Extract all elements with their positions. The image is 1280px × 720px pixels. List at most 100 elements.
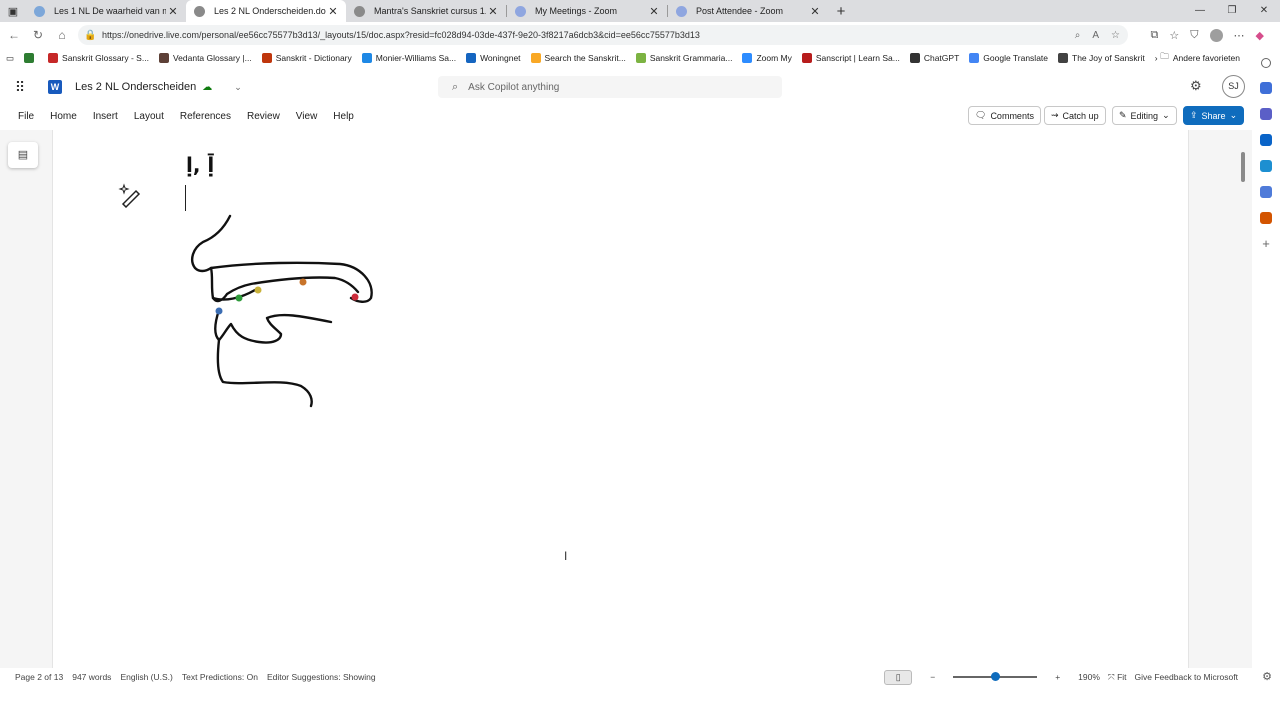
- word-count[interactable]: 947 words: [72, 672, 111, 682]
- bookmark-item[interactable]: Google Translate: [969, 53, 1048, 63]
- bookmark-favicon-icon: [48, 53, 59, 63]
- tab-insert[interactable]: Insert: [93, 111, 118, 122]
- browser-tab[interactable]: Les 1 NL De waarheid van mijzelf✕: [26, 0, 186, 22]
- document-title[interactable]: Les 2 NL Onderscheiden: [75, 81, 196, 93]
- print-layout-icon[interactable]: ▯: [884, 669, 913, 685]
- bookmark-item[interactable]: Woningnet: [466, 53, 521, 63]
- tools-sidebar-icon[interactable]: [1260, 212, 1272, 224]
- tab-home[interactable]: Home: [50, 111, 77, 122]
- browser-tab[interactable]: Mantra's Sanskriet cursus 1.docx✕: [346, 0, 506, 22]
- bookmark-item[interactable]: Search the Sanskrit...: [530, 53, 626, 63]
- navigation-pane-icon[interactable]: ▤: [8, 142, 38, 168]
- app-launcher-icon[interactable]: ⠿: [0, 79, 40, 96]
- settings-icon[interactable]: ⚙: [1262, 668, 1272, 686]
- comments-button[interactable]: 🗨 Comments: [968, 106, 1041, 125]
- favorites-icon[interactable]: ☆: [1169, 29, 1179, 42]
- bookmarks-overflow-icon[interactable]: ›: [1155, 53, 1158, 63]
- bookmark-item[interactable]: The Joy of Sanskrit: [1058, 53, 1145, 63]
- tab-help[interactable]: Help: [333, 111, 354, 122]
- browser-tab[interactable]: My Meetings - Zoom ✕: [507, 0, 667, 22]
- tab-references[interactable]: References: [180, 111, 231, 122]
- tab-file[interactable]: File: [18, 111, 34, 122]
- favorite-star-icon[interactable]: ☆: [1111, 30, 1120, 41]
- people-sidebar-icon[interactable]: [1260, 108, 1272, 120]
- browser-tab[interactable]: Post Attendee - Zoom ✕: [668, 0, 828, 22]
- bookmark-favicon-icon: [801, 53, 812, 63]
- restore-icon[interactable]: ❐: [1216, 0, 1248, 22]
- browser-essentials-icon[interactable]: ⛉: [1190, 29, 1198, 42]
- text-predictions[interactable]: Text Predictions: On: [182, 672, 258, 682]
- tab-review[interactable]: Review: [247, 111, 280, 122]
- share-icon: ⇪: [1190, 110, 1198, 120]
- bookmark-favicon-icon: [1058, 53, 1069, 63]
- page-count[interactable]: Page 2 of 13: [15, 672, 63, 682]
- bookmark-apps-icon[interactable]: ▭: [6, 53, 14, 64]
- pencil-icon: ✎: [1119, 110, 1127, 120]
- close-tab-icon[interactable]: ✕: [486, 5, 500, 18]
- bookmark-item[interactable]: Sanskrit Grammaria...: [635, 53, 732, 63]
- extensions-icon[interactable]: ⧉: [1151, 29, 1159, 42]
- zoom-slider[interactable]: [953, 672, 1038, 681]
- status-bar: Page 2 of 13 947 words English (U.S.) Te…: [0, 668, 1280, 686]
- back-icon[interactable]: ←: [2, 28, 26, 42]
- more-menu-icon[interactable]: ⋯: [1234, 29, 1245, 42]
- language[interactable]: English (U.S.): [120, 672, 172, 682]
- fit-button[interactable]: ⤧ Fit: [1108, 672, 1127, 683]
- avatar[interactable]: SJ: [1222, 75, 1245, 98]
- tab-view[interactable]: View: [296, 111, 318, 122]
- new-tab-button[interactable]: +: [828, 3, 854, 20]
- zoom-out-icon[interactable]: −: [930, 672, 935, 682]
- copilot-icon[interactable]: ◆: [1256, 29, 1264, 42]
- shopping-sidebar-icon[interactable]: [1260, 186, 1272, 198]
- zoom-slider-knob[interactable]: [990, 672, 1000, 681]
- copilot-placeholder: Ask Copilot anything: [468, 81, 560, 93]
- feedback-link[interactable]: Give Feedback to Microsoft: [1135, 672, 1238, 682]
- bookmark-item[interactable]: Sanscript | Learn Sa...: [801, 53, 900, 63]
- read-aloud-icon[interactable]: A: [1092, 30, 1099, 41]
- close-window-icon[interactable]: ✕: [1248, 0, 1280, 22]
- copilot-draft-icon[interactable]: [118, 182, 144, 213]
- url-field[interactable]: 🔒 https://onedrive.live.com/personal/ee5…: [78, 25, 1128, 45]
- bookmark-item[interactable]: Sanskrit - Dictionary: [261, 53, 352, 63]
- vertical-scrollbar[interactable]: [1241, 152, 1245, 182]
- close-tab-icon[interactable]: ✕: [808, 5, 822, 18]
- chevron-down-icon: ⌄: [1162, 110, 1170, 120]
- refresh-icon[interactable]: ↻: [26, 28, 50, 42]
- zoom-magnifier-icon[interactable]: ⌕: [1075, 30, 1081, 41]
- edge-sidebar: +: [1252, 48, 1280, 668]
- sanskrit-vowel-text[interactable]: ḷ, ḹ: [186, 153, 214, 177]
- bookmark-item[interactable]: [24, 53, 38, 63]
- copilot-sidebar-icon[interactable]: [1260, 82, 1272, 94]
- outlook-sidebar-icon[interactable]: [1260, 134, 1272, 146]
- bookmark-favicon-icon: [158, 53, 169, 63]
- minimize-icon[interactable]: —: [1184, 0, 1216, 22]
- bookmark-item[interactable]: Vedanta Glossary |...: [158, 53, 252, 63]
- bookmark-item[interactable]: ChatGPT: [909, 53, 959, 63]
- settings-gear-icon[interactable]: ⚙: [1190, 78, 1202, 94]
- close-tab-icon[interactable]: ✕: [326, 5, 340, 18]
- bookmark-item[interactable]: Zoom My: [742, 53, 792, 63]
- zoom-in-icon[interactable]: +: [1055, 672, 1060, 682]
- bookmark-item[interactable]: Monier-Williams Sa...: [361, 53, 456, 63]
- add-sidebar-icon[interactable]: +: [1260, 237, 1272, 250]
- close-tab-icon[interactable]: ✕: [166, 5, 180, 18]
- close-tab-icon[interactable]: ✕: [647, 5, 661, 18]
- browser-tab-active[interactable]: Les 2 NL Onderscheiden.docx ✕: [186, 0, 346, 22]
- chevron-down-icon[interactable]: ⌄: [234, 82, 242, 93]
- profile-icon[interactable]: [1209, 28, 1223, 42]
- url-text: https://onedrive.live.com/personal/ee56c…: [102, 30, 700, 40]
- other-favorites[interactable]: 🗀 Andere favorieten: [1160, 48, 1240, 68]
- search-sidebar-icon[interactable]: [1261, 58, 1271, 68]
- tab-layout[interactable]: Layout: [134, 111, 164, 122]
- mouth-diagram-drawing[interactable]: [185, 210, 380, 415]
- bookmark-item[interactable]: Sanskrit Glossary - S...: [48, 53, 149, 63]
- send-sidebar-icon[interactable]: [1260, 160, 1272, 172]
- zoom-level[interactable]: 190%: [1078, 672, 1100, 682]
- copilot-search-box[interactable]: ⌕ Ask Copilot anything: [438, 76, 782, 98]
- tab-actions-icon[interactable]: ▣: [0, 0, 26, 22]
- share-button[interactable]: ⇪ Share ⌄: [1183, 106, 1245, 125]
- catch-up-button[interactable]: ⇝ Catch up: [1044, 106, 1106, 125]
- editor-suggestions[interactable]: Editor Suggestions: Showing: [267, 672, 376, 682]
- home-icon[interactable]: ⌂: [50, 28, 74, 42]
- editing-mode-button[interactable]: ✎ Editing ⌄: [1112, 106, 1177, 125]
